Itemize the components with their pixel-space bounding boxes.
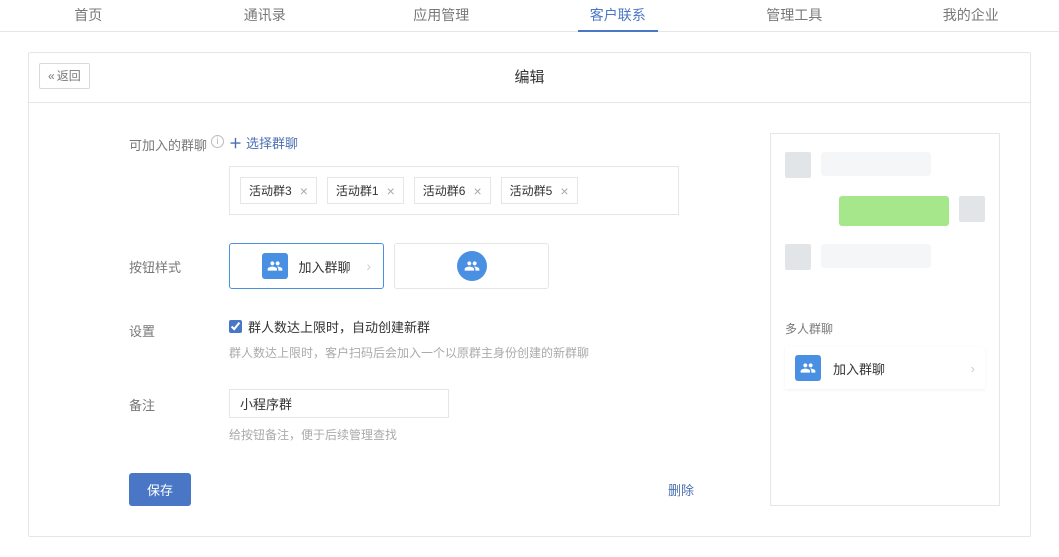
plus-icon: ＋	[229, 136, 242, 151]
bubble-placeholder	[821, 244, 931, 268]
chevron-right-icon: ›	[971, 361, 975, 376]
avatar-placeholder	[785, 152, 811, 178]
avatar-placeholder	[785, 244, 811, 270]
select-groups-link[interactable]: ＋选择群聊	[229, 136, 298, 151]
bubble-placeholder	[839, 196, 949, 226]
people-icon	[457, 251, 487, 281]
nav-tools[interactable]: 管理工具	[706, 0, 883, 31]
save-button[interactable]: 保存	[129, 473, 191, 506]
button-style-option-1[interactable]: 加入群聊 ›	[229, 243, 384, 289]
top-nav: 首页 通讯录 应用管理 客户联系 管理工具 我的企业	[0, 0, 1059, 32]
group-tag: 活动群6×	[414, 177, 491, 204]
remark-help: 给按钮备注，便于后续管理查找	[229, 426, 730, 443]
page-title: 编辑	[514, 69, 544, 86]
bubble-placeholder	[821, 152, 931, 176]
form-area: 可加入的群聊 i ＋选择群聊 活动群3× 活动群1× 活动群6× 活动群5×	[129, 133, 730, 506]
card-header: 返回 编辑	[29, 53, 1030, 103]
remark-input[interactable]	[229, 389, 449, 418]
auto-create-help: 群人数达上限时，客户扫码后会加入一个以原群主身份创建的新群聊	[229, 344, 730, 361]
nav-home[interactable]: 首页	[0, 0, 177, 31]
button-style-label: 按钮样式	[129, 243, 229, 289]
group-tag: 活动群1×	[327, 177, 404, 204]
nav-customer[interactable]: 客户联系	[530, 0, 707, 31]
chat-row	[785, 244, 985, 270]
nav-contacts[interactable]: 通讯录	[177, 0, 354, 31]
settings-label: 设置	[129, 317, 229, 343]
close-icon[interactable]: ×	[560, 184, 568, 198]
preview-join-button[interactable]: 加入群聊 ›	[785, 347, 985, 389]
close-icon[interactable]: ×	[473, 184, 481, 198]
close-icon[interactable]: ×	[300, 184, 308, 198]
button-style-option-2[interactable]	[394, 243, 549, 289]
info-icon[interactable]: i	[211, 135, 224, 148]
avatar-placeholder	[959, 196, 985, 222]
chevron-right-icon: ›	[366, 258, 371, 274]
delete-button[interactable]: 删除	[668, 480, 694, 499]
preview-section-label: 多人群聊	[785, 320, 985, 337]
back-button[interactable]: 返回	[39, 63, 90, 89]
groups-label: 可加入的群聊 i	[129, 133, 229, 215]
preview-panel: 多人群聊 加入群聊 ›	[770, 133, 1000, 506]
chat-row	[785, 196, 985, 226]
people-icon	[795, 355, 821, 381]
group-tag: 活动群5×	[501, 177, 578, 204]
nav-company[interactable]: 我的企业	[883, 0, 1059, 31]
edit-card: 返回 编辑 可加入的群聊 i ＋选择群聊 活动群3×	[28, 52, 1031, 537]
chat-row	[785, 152, 985, 178]
people-icon	[262, 253, 288, 279]
nav-apps[interactable]: 应用管理	[353, 0, 530, 31]
group-tag: 活动群3×	[240, 177, 317, 204]
auto-create-checkbox[interactable]	[229, 320, 242, 333]
auto-create-checkbox-row[interactable]: 群人数达上限时，自动创建新群	[229, 317, 730, 336]
close-icon[interactable]: ×	[387, 184, 395, 198]
group-tags-container: 活动群3× 活动群1× 活动群6× 活动群5×	[229, 166, 679, 215]
remark-label: 备注	[129, 389, 229, 443]
